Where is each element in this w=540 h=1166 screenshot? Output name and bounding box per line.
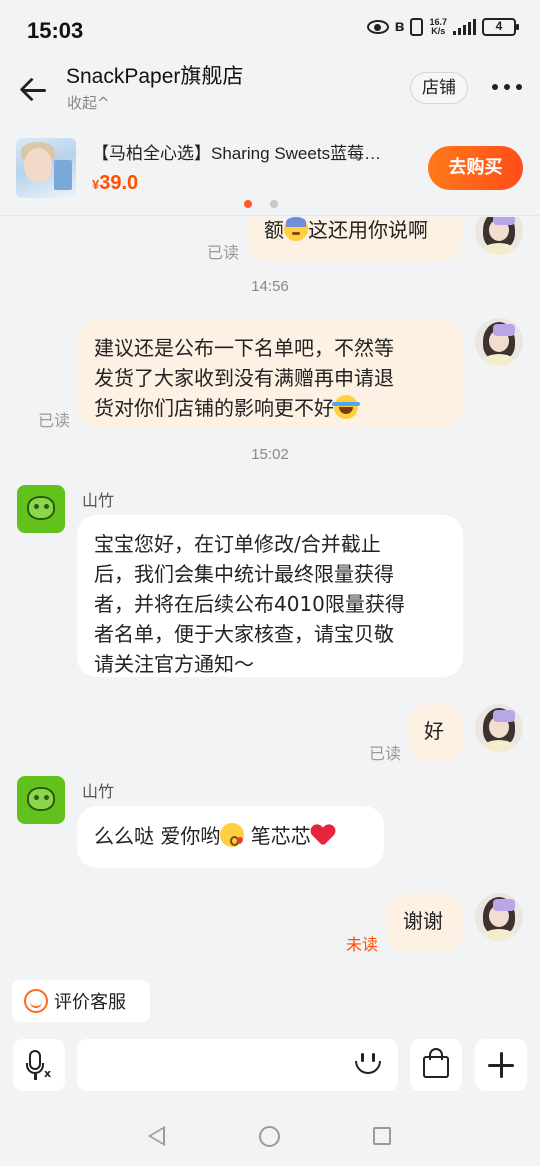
heart-icon — [311, 824, 335, 846]
shopping-bag-button[interactable] — [410, 1039, 462, 1091]
message-text: 笔芯芯 — [244, 824, 311, 848]
message-bubble-self[interactable]: 谢谢 — [386, 894, 463, 952]
chat-messages[interactable]: 额这还用你说啊 已读 14:56 建议还是公布一下名单吧，不然等 发货了大家收到… — [0, 217, 540, 977]
status-bar: 15:03 ʙ 16.7 K/s 4 — [0, 0, 540, 56]
signal-icon — [453, 19, 476, 35]
rate-service-button[interactable]: 评价客服 — [12, 980, 150, 1022]
carousel-indicator — [244, 200, 278, 208]
sender-name: 山竹 — [82, 491, 115, 510]
sender-name: 山竹 — [82, 782, 115, 801]
product-card[interactable]: 【马柏全心选】Sharing Sweets蓝莓… ¥39.0 去购买 — [0, 126, 540, 216]
message-text: 这还用你说啊 — [308, 218, 428, 242]
message-text: 额 — [264, 218, 284, 242]
network-speed-unit: K/s — [431, 26, 446, 36]
message-bubble-self[interactable]: 建议还是公布一下名单吧，不然等 发货了大家收到没有满赠再申请退 货对你们店铺的影… — [77, 319, 463, 427]
product-title: 【马柏全心选】Sharing Sweets蓝莓… — [92, 144, 382, 163]
carousel-dot — [270, 200, 278, 208]
message-input[interactable] — [77, 1039, 398, 1091]
message-line: 者，并将在后续公布4010限量获得 — [94, 592, 405, 616]
message-bubble-shop[interactable]: 么么哒 爱你哟 笔芯芯 — [77, 806, 384, 868]
timestamp: 14:56 — [251, 278, 289, 295]
message-line: 请关注官方通知～ — [94, 652, 254, 676]
vibrate-icon — [410, 18, 424, 36]
message-line: 发货了大家收到没有满赠再申请退 — [94, 366, 394, 390]
message-bubble-shop[interactable]: 宝宝您好，在订单修改/合并截止 后，我们会集中统计最终限量获得 者，并将在后续公… — [77, 515, 463, 677]
nav-home-icon[interactable] — [259, 1126, 280, 1147]
shop-button[interactable]: 店铺 — [410, 72, 468, 104]
read-status: 已读 — [207, 243, 240, 262]
avatar-self[interactable] — [475, 217, 523, 255]
message-bubble-self[interactable]: 额这还用你说啊 — [247, 217, 463, 261]
product-price: ¥39.0 — [92, 172, 138, 195]
rate-service-label: 评价客服 — [54, 992, 126, 1013]
emoji-icon[interactable] — [352, 1049, 384, 1081]
buy-button[interactable]: 去购买 — [428, 146, 523, 190]
more-dots-icon[interactable] — [492, 84, 522, 92]
avatar-shop[interactable] — [17, 776, 65, 824]
avatar-self[interactable] — [475, 893, 523, 941]
message-text: 好 — [424, 719, 444, 743]
bluetooth-icon: ʙ — [394, 18, 405, 35]
plus-icon[interactable] — [475, 1039, 527, 1091]
chat-header: SnackPaper旗舰店 收起^ 店铺 — [0, 56, 540, 124]
message-line: 宝宝您好，在订单修改/合并截止 — [94, 532, 381, 556]
product-thumbnail[interactable] — [16, 138, 76, 198]
message-bubble-self[interactable]: 好 — [408, 704, 463, 762]
message-line: 货对你们店铺的影响更不好 — [94, 396, 334, 420]
network-speed: 16.7 K/s — [429, 18, 447, 36]
nav-back-icon[interactable] — [148, 1126, 165, 1146]
avatar-shop[interactable] — [17, 485, 65, 533]
sweat-emoji — [284, 217, 308, 241]
avatar-self[interactable] — [475, 318, 523, 366]
message-text: 么么哒 爱你哟 — [94, 824, 221, 848]
message-line: 者名单，便于大家核查，请宝贝敬 — [94, 622, 394, 646]
carousel-dot-active — [244, 200, 252, 208]
kiss-emoji — [220, 823, 245, 847]
message-text: 谢谢 — [403, 909, 443, 933]
avatar-self[interactable] — [475, 704, 523, 752]
battery-icon: 4 — [482, 18, 519, 36]
status-icons: ʙ 16.7 K/s 4 — [366, 18, 519, 36]
timestamp: 15:02 — [251, 446, 289, 463]
read-status: 已读 — [369, 744, 402, 763]
collapse-toggle[interactable]: 收起^ — [67, 92, 110, 113]
joy-emoji — [332, 395, 360, 419]
status-time: 15:03 — [27, 18, 84, 43]
read-status: 已读 — [38, 411, 71, 430]
smile-icon — [24, 989, 48, 1013]
system-nav-bar — [0, 1108, 540, 1166]
voice-input-button[interactable]: x — [13, 1039, 65, 1091]
eye-comfort-icon — [366, 20, 389, 34]
message-line: 后，我们会集中统计最终限量获得 — [94, 562, 394, 586]
back-arrow-icon[interactable] — [20, 76, 50, 106]
message-line: 建议还是公布一下名单吧，不然等 — [94, 336, 394, 360]
input-bar: x — [0, 1030, 540, 1104]
shop-name: SnackPaper旗舰店 — [66, 65, 244, 88]
unread-status: 未读 — [346, 935, 379, 954]
nav-recents-icon[interactable] — [373, 1127, 391, 1145]
price-value: 39.0 — [99, 172, 139, 194]
